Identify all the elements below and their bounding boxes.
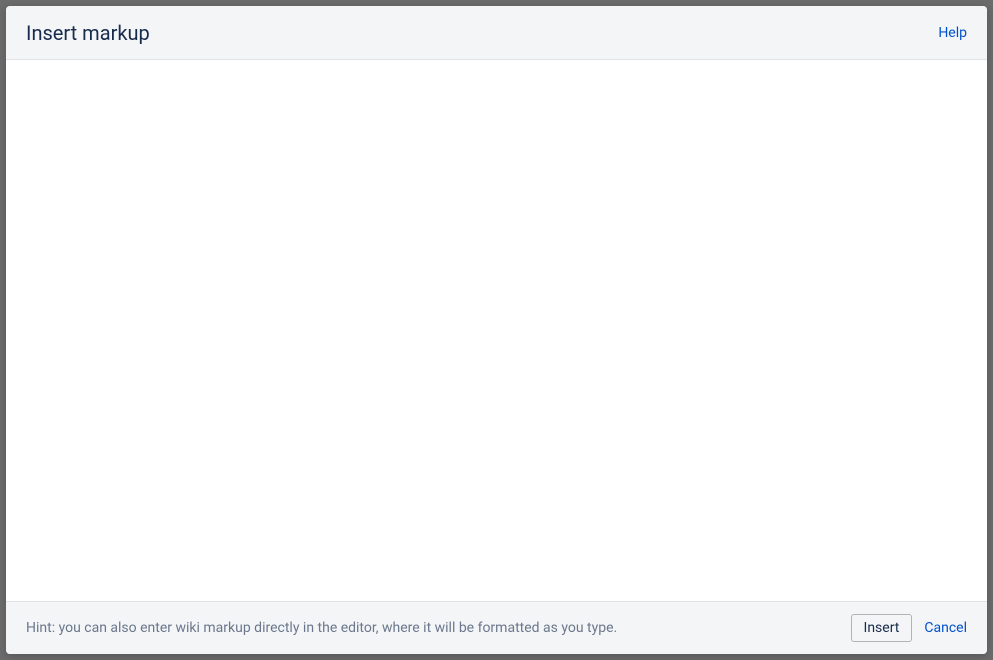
help-link[interactable]: Help bbox=[938, 25, 967, 41]
footer-actions: Insert Cancel bbox=[851, 614, 967, 642]
cancel-link[interactable]: Cancel bbox=[924, 620, 967, 636]
markup-textarea[interactable] bbox=[6, 60, 987, 601]
dialog-title: Insert markup bbox=[26, 21, 150, 45]
dialog-header: Insert markup Help bbox=[6, 6, 987, 60]
insert-button[interactable]: Insert bbox=[851, 614, 913, 642]
dialog-footer: Hint: you can also enter wiki markup dir… bbox=[6, 601, 987, 654]
hint-text: Hint: you can also enter wiki markup dir… bbox=[26, 620, 617, 636]
insert-markup-dialog: Insert markup Help Hint: you can also en… bbox=[6, 6, 987, 654]
dialog-body bbox=[6, 60, 987, 601]
